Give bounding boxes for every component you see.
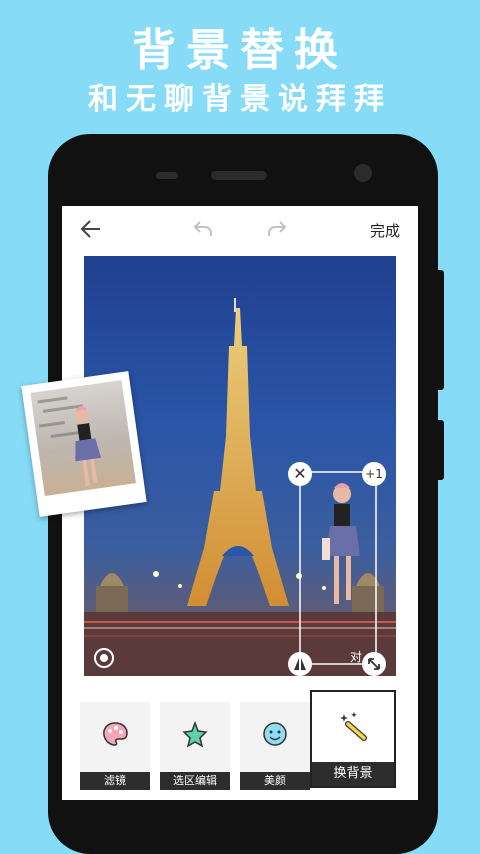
tool-selection-edit[interactable]: 选区编辑 <box>160 702 230 790</box>
headline-subtitle: 和无聊背景说拜拜 <box>88 82 392 117</box>
phone-camera <box>354 164 372 182</box>
tool-beauty-label: 美颜 <box>240 772 310 790</box>
palette-icon <box>101 720 129 752</box>
close-icon[interactable]: ✕ <box>288 462 312 486</box>
tool-filter[interactable]: 滤镜 <box>80 702 150 790</box>
camera-toggle-icon[interactable] <box>94 648 114 668</box>
original-photo <box>30 380 136 496</box>
sticker-partial-label: 对 <box>350 650 363 664</box>
arrow-left-icon[interactable] <box>80 218 102 244</box>
duplicate-count-button[interactable]: +1 <box>362 462 386 486</box>
tool-change-background-label: 换背景 <box>312 762 394 786</box>
redo-icon[interactable] <box>266 218 288 244</box>
original-photo-polaroid <box>21 371 147 517</box>
magic-wand-icon <box>338 710 370 746</box>
tool-bar: 滤镜 选区编辑 美颜 换背景 <box>62 690 418 800</box>
tool-change-background[interactable]: 换背景 <box>310 690 396 788</box>
flip-icon[interactable] <box>288 652 312 676</box>
smiley-icon <box>261 720 289 752</box>
undo-icon[interactable] <box>192 218 214 244</box>
tool-filter-label: 滤镜 <box>80 772 150 790</box>
resize-icon[interactable] <box>362 652 386 676</box>
done-button[interactable]: 完成 <box>370 220 400 241</box>
phone-speaker <box>211 171 267 180</box>
phone-side-button <box>438 270 444 390</box>
star-shape-icon <box>181 720 209 752</box>
phone-sensor <box>156 172 178 179</box>
phone-side-button-2 <box>438 420 444 480</box>
editor-top-bar: 完成 <box>62 206 418 254</box>
tool-beauty[interactable]: 美颜 <box>240 702 310 790</box>
tool-selection-edit-label: 选区编辑 <box>160 772 230 790</box>
headline-title: 背景替换 <box>132 25 348 76</box>
